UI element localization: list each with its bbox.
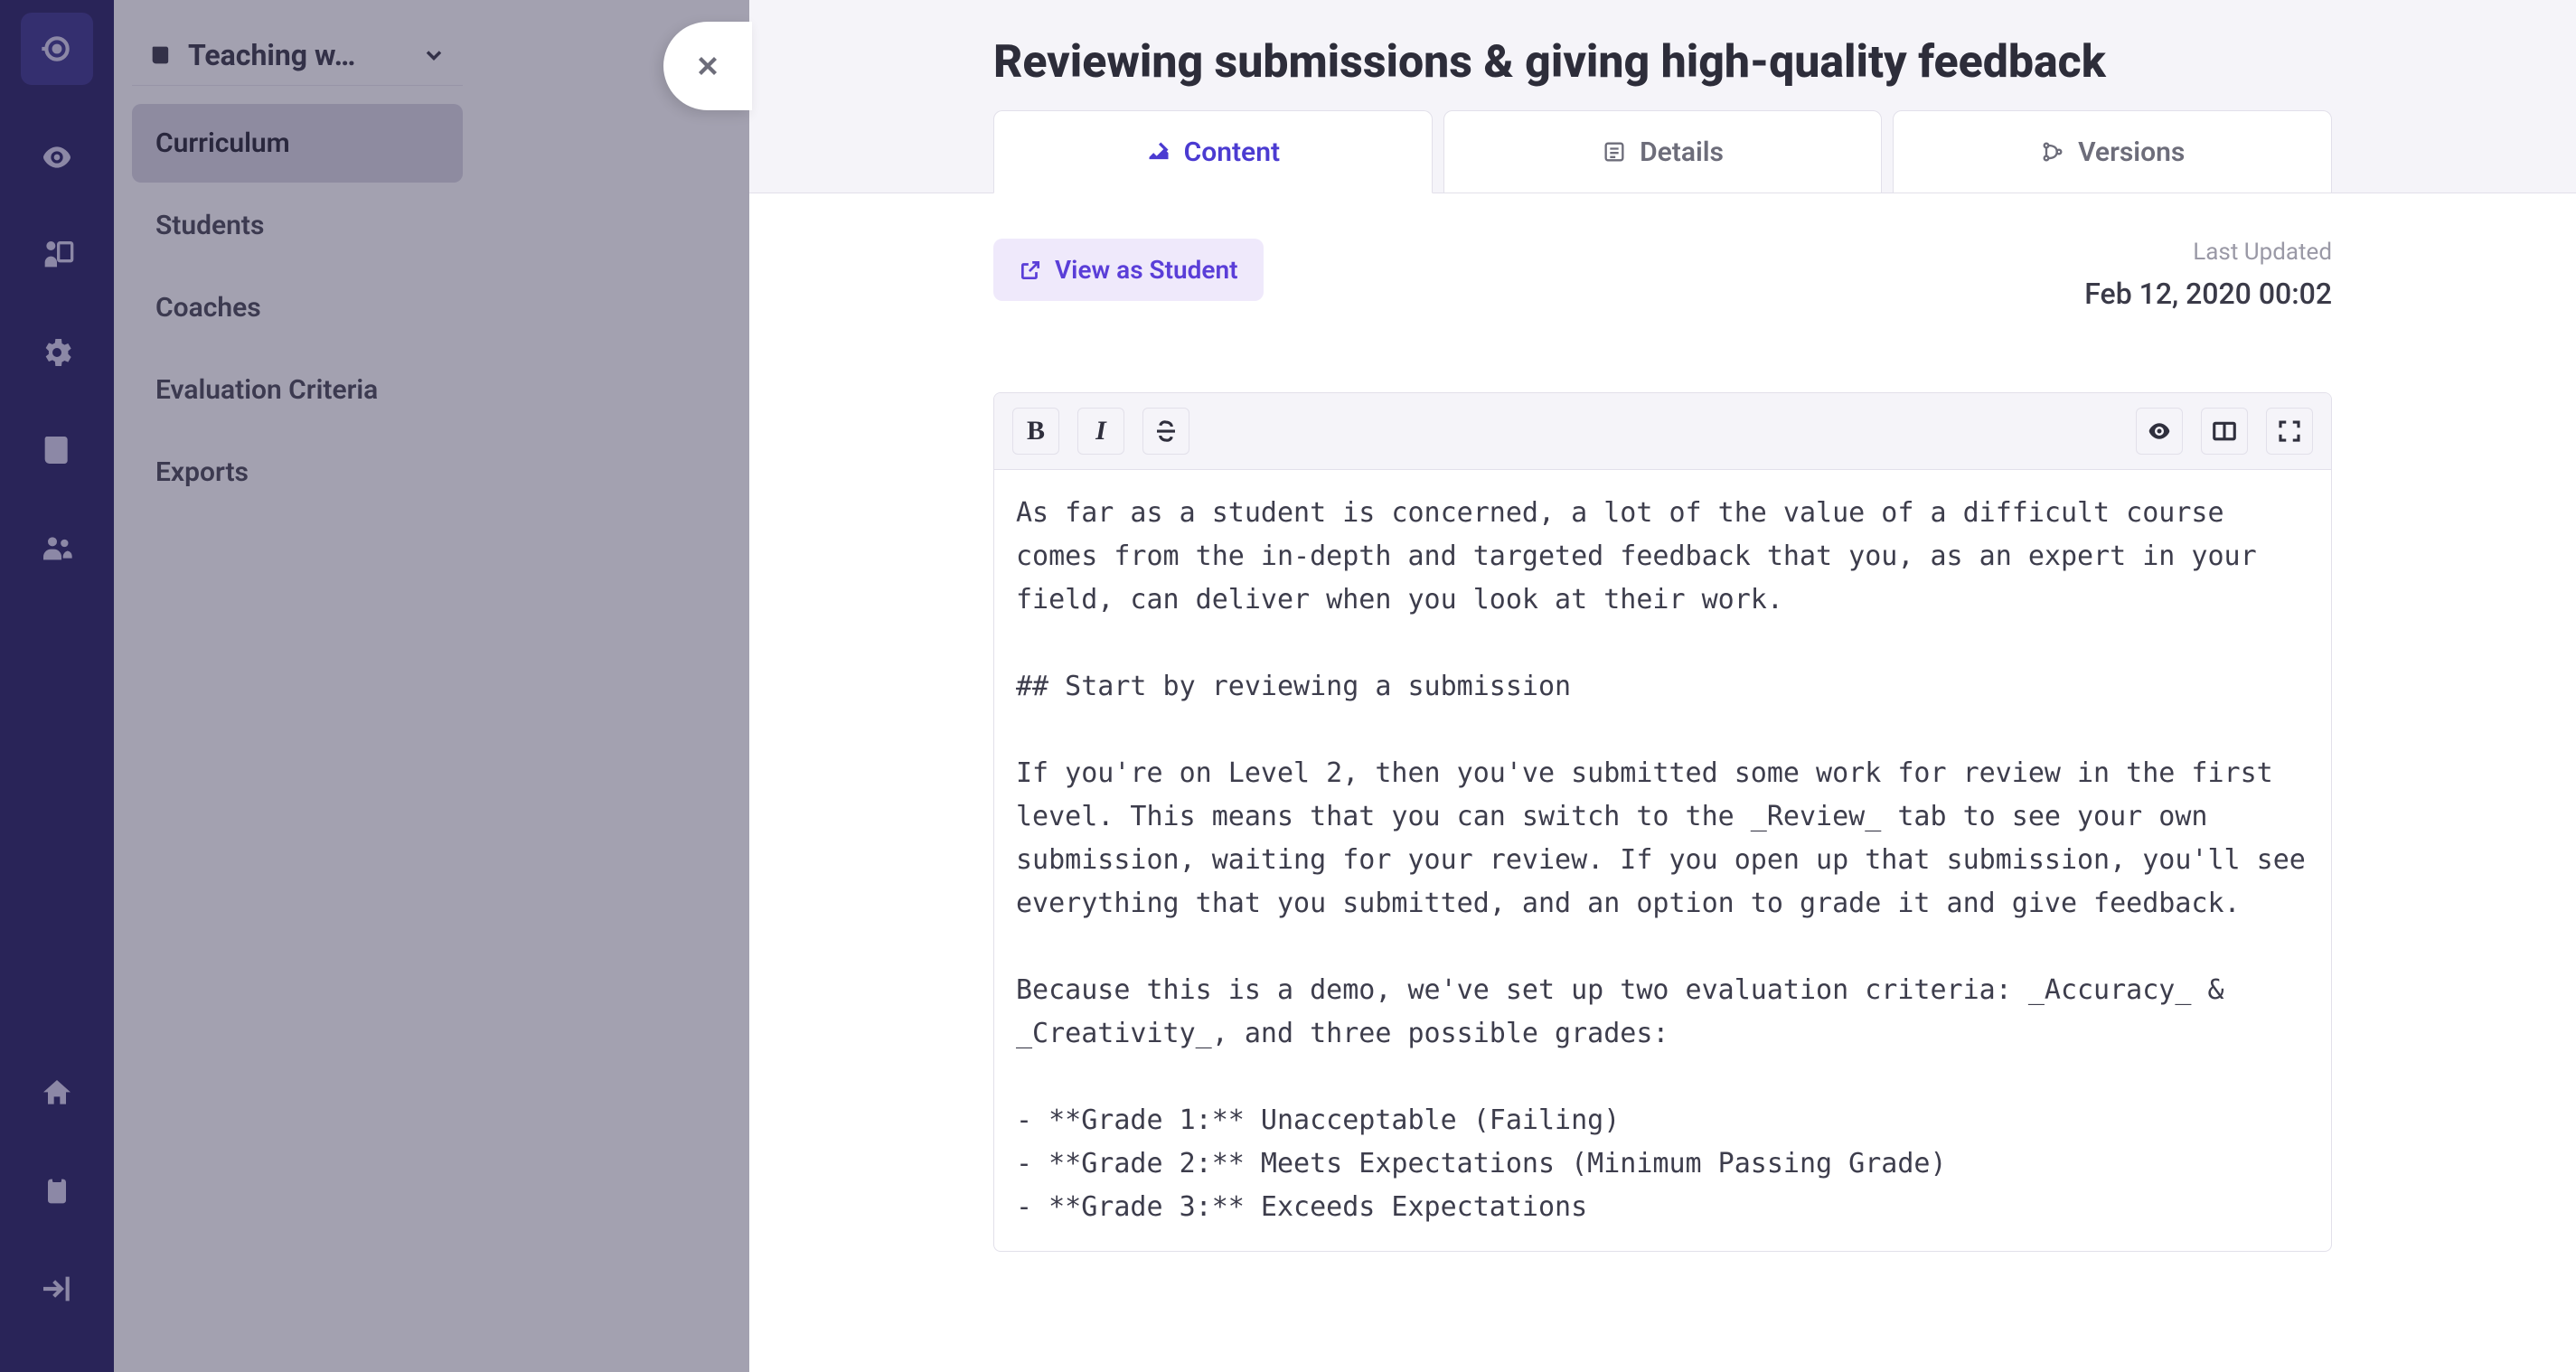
details-tab-icon (1602, 139, 1627, 164)
tab-details[interactable]: Details (1443, 110, 1883, 193)
settings-icon[interactable] (21, 316, 93, 389)
course-nav-item-exports[interactable]: Exports (132, 433, 463, 512)
course-nav-item-coaches[interactable]: Coaches (132, 268, 463, 347)
icon-rail (0, 0, 114, 1372)
markdown-content[interactable]: As far as a student is concerned, a lot … (994, 470, 2331, 1251)
overview-icon[interactable] (21, 121, 93, 193)
editor-header: Reviewing submissions & giving high-qual… (749, 0, 2576, 193)
clipboard-icon[interactable] (21, 1155, 93, 1227)
book-small-icon (148, 42, 174, 68)
external-link-icon (1019, 258, 1042, 282)
home-icon[interactable] (21, 1057, 93, 1130)
fullscreen-button[interactable] (2266, 408, 2313, 455)
editor-panel: Reviewing submissions & giving high-qual… (749, 0, 2576, 1372)
preview-button[interactable] (2136, 408, 2183, 455)
close-panel-button[interactable] (663, 22, 752, 110)
course-nav: CurriculumStudentsCoachesEvaluation Crit… (132, 104, 463, 512)
course-selector-label: Teaching w… (188, 38, 407, 72)
last-updated-label: Last Updated (2084, 239, 2332, 266)
chevron-down-icon (421, 42, 447, 68)
tab-label: Content (1184, 136, 1280, 168)
course-panel: Teaching w… CurriculumStudentsCoachesEva… (114, 0, 481, 1372)
course-nav-item-curriculum[interactable]: Curriculum (132, 104, 463, 183)
markdown-toolbar: B I (994, 393, 2331, 470)
teach-icon[interactable] (21, 219, 93, 291)
meta-row: View as Student Last Updated Feb 12, 202… (993, 239, 2332, 311)
italic-button[interactable]: I (1077, 408, 1124, 455)
view-as-student-button[interactable]: View as Student (993, 239, 1264, 301)
course-selector[interactable]: Teaching w… (132, 25, 463, 86)
logo-icon[interactable] (21, 13, 93, 85)
tabs: Content Details Versions (993, 110, 2332, 193)
book-icon[interactable] (21, 414, 93, 486)
page-title: Reviewing submissions & giving high-qual… (993, 36, 2332, 89)
tab-label: Versions (2078, 136, 2185, 168)
course-nav-item-evaluation-criteria[interactable]: Evaluation Criteria (132, 351, 463, 429)
view-as-student-label: View as Student (1055, 255, 1238, 285)
last-updated: Last Updated Feb 12, 2020 00:02 (2084, 239, 2332, 311)
strikethrough-button[interactable] (1142, 408, 1189, 455)
split-view-button[interactable] (2201, 408, 2248, 455)
community-icon[interactable] (21, 512, 93, 584)
versions-tab-icon (2040, 139, 2065, 164)
content-tab-icon (1146, 139, 1171, 164)
tab-versions[interactable]: Versions (1893, 110, 2332, 193)
tab-label: Details (1640, 136, 1724, 168)
markdown-editor: B I As far as a st (993, 392, 2332, 1252)
logout-icon[interactable] (21, 1253, 93, 1325)
editor-body: View as Student Last Updated Feb 12, 202… (749, 193, 2576, 1372)
close-icon (692, 51, 723, 81)
tab-content[interactable]: Content (993, 110, 1433, 193)
course-nav-item-students[interactable]: Students (132, 186, 463, 265)
last-updated-value: Feb 12, 2020 00:02 (2084, 277, 2332, 311)
bold-button[interactable]: B (1012, 408, 1059, 455)
